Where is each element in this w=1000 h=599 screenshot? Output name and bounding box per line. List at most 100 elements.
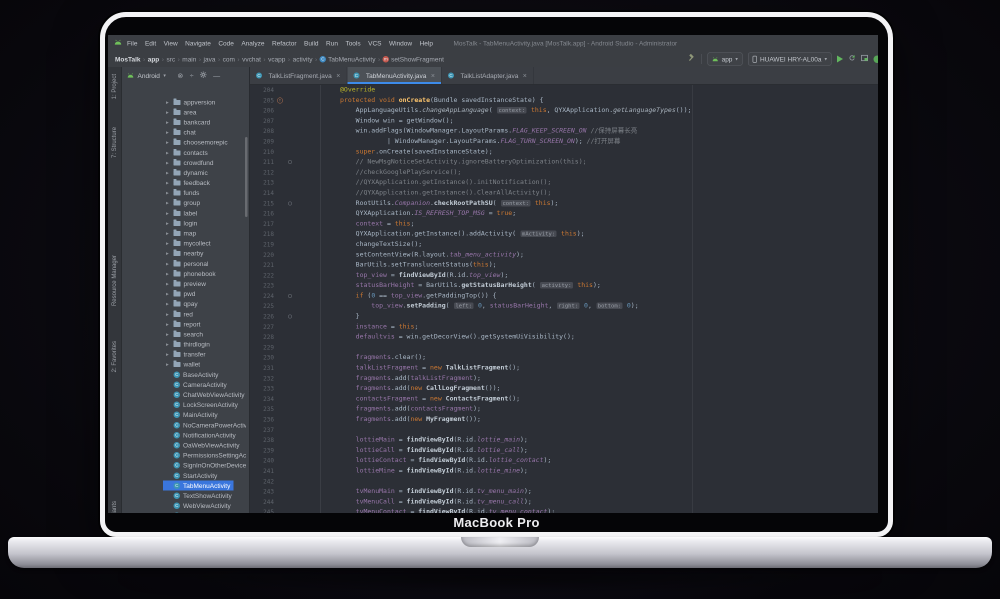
tree-folder-transfer[interactable]: ▸transfer <box>122 349 249 359</box>
tree-folder-choosemorepic[interactable]: ▸choosemorepic <box>122 137 249 147</box>
menu-item-vcs[interactable]: VCS <box>368 39 381 47</box>
tab-talklistfragment-java[interactable]: CTalkListFragment.java× <box>250 67 347 84</box>
breadcrumb-item-app[interactable]: app <box>148 55 160 63</box>
tree-folder-login[interactable]: ▸login <box>122 218 249 228</box>
tree-class-SignInOnOtherDeviceActivity[interactable]: CSignInOnOtherDeviceActivity <box>122 460 249 470</box>
chevron-right-icon[interactable]: ▸ <box>166 351 174 358</box>
chevron-right-icon[interactable]: ▸ <box>166 149 174 156</box>
chevron-right-icon[interactable]: ▸ <box>166 311 174 318</box>
tree-class-TextShowActivity[interactable]: CTextShowActivity <box>122 491 249 501</box>
chevron-right-icon[interactable]: ▸ <box>166 180 174 187</box>
close-icon[interactable]: × <box>523 72 527 80</box>
chevron-right-icon[interactable]: ▸ <box>166 220 174 227</box>
tab-tabmenuactivity-java[interactable]: CTabMenuActivity.java× <box>347 67 442 84</box>
tree-folder-pwd[interactable]: ▸pwd <box>122 289 249 299</box>
tree-class-TabMenuActivity[interactable]: CTabMenuActivity <box>122 481 249 491</box>
menu-item-tools[interactable]: Tools <box>345 39 360 47</box>
tree-folder-area[interactable]: ▸area <box>122 107 249 117</box>
menu-item-edit[interactable]: Edit <box>145 39 156 47</box>
tree-folder-dynamic[interactable]: ▸dynamic <box>122 168 249 178</box>
chevron-right-icon[interactable]: ▸ <box>166 291 174 298</box>
tree-folder-nearby[interactable]: ▸nearby <box>122 248 249 258</box>
chevron-right-icon[interactable]: ▸ <box>166 139 174 146</box>
build-hammer-icon[interactable] <box>688 54 696 64</box>
chevron-right-icon[interactable]: ▸ <box>166 361 174 368</box>
chevron-right-icon[interactable]: ▸ <box>166 119 174 126</box>
project-view-mode[interactable]: Android <box>138 72 160 80</box>
breadcrumb-item-setshowfragment[interactable]: msetShowFragment <box>383 55 444 63</box>
fold-marker-icon[interactable] <box>288 201 292 205</box>
attach-debugger-icon[interactable] <box>849 54 856 64</box>
tree-folder-bankcard[interactable]: ▸bankcard <box>122 117 249 127</box>
tree-folder-report[interactable]: ▸report <box>122 319 249 329</box>
menu-item-file[interactable]: File <box>127 39 137 47</box>
tree-class-OaWebViewActivity[interactable]: COaWebViewActivity <box>122 440 249 450</box>
menu-item-code[interactable]: Code <box>218 39 234 47</box>
tree-class-CameraActivity[interactable]: CCameraActivity <box>122 380 249 390</box>
tree-class-StartActivity[interactable]: CStartActivity <box>122 470 249 480</box>
gear-icon[interactable] <box>200 72 207 80</box>
device-select[interactable]: HUAWEI HRY-AL00a ▾ <box>748 53 832 66</box>
tree-class-NoCameraPowerActivity[interactable]: CNoCameraPowerActivity <box>122 420 249 430</box>
chevron-right-icon[interactable]: ▸ <box>166 159 174 166</box>
fold-marker-icon[interactable] <box>288 294 292 298</box>
menu-item-navigate[interactable]: Navigate <box>185 39 211 47</box>
tree-folder-thirdlogin[interactable]: ▸thirdlogin <box>122 339 249 349</box>
tool-strip-favorites[interactable]: 2: Favorites <box>111 341 118 372</box>
tree-folder-funds[interactable]: ▸funds <box>122 188 249 198</box>
locate-file-icon[interactable]: ÷ <box>190 72 194 80</box>
tree-folder-label[interactable]: ▸label <box>122 208 249 218</box>
tree-folder-crowdfund[interactable]: ▸crowdfund <box>122 158 249 168</box>
tree-class-MainActivity[interactable]: CMainActivity <box>122 410 249 420</box>
chevron-right-icon[interactable]: ▸ <box>166 260 174 267</box>
chevron-right-icon[interactable]: ▸ <box>166 230 174 237</box>
breadcrumb-item-activity[interactable]: activity <box>293 55 313 63</box>
chevron-right-icon[interactable]: ▸ <box>166 270 174 277</box>
chevron-right-icon[interactable]: ▸ <box>166 200 174 207</box>
tree-class-ChatWebViewActivity[interactable]: CChatWebViewActivity <box>122 390 249 400</box>
tool-strip-resourcemanager[interactable]: Resource Manager <box>111 255 118 306</box>
project-scrollbar[interactable] <box>245 137 248 217</box>
fold-marker-icon[interactable] <box>288 315 292 319</box>
breadcrumb-item-java[interactable]: java <box>204 55 216 63</box>
collapse-all-icon[interactable]: ⊗ <box>177 71 183 80</box>
close-icon[interactable]: × <box>336 72 340 80</box>
tree-class-WebViewActivity[interactable]: CWebViewActivity <box>122 501 249 511</box>
tool-strip-buildvariants[interactable]: Build Variants <box>111 501 118 513</box>
tree-class-NotificationActivity[interactable]: CNotificationActivity <box>122 430 249 440</box>
tree-folder-group[interactable]: ▸group <box>122 198 249 208</box>
tree-folder-mycollect[interactable]: ▸mycollect <box>122 238 249 248</box>
fold-marker-icon[interactable] <box>288 160 292 164</box>
chevron-right-icon[interactable]: ▸ <box>166 250 174 257</box>
tree-folder-chat[interactable]: ▸chat <box>122 127 249 137</box>
run-play-icon[interactable] <box>837 56 843 63</box>
code-area[interactable]: 204@Override205↑protected void onCreate(… <box>250 85 878 513</box>
tree-class-BaseActivity[interactable]: CBaseActivity <box>122 370 249 380</box>
breadcrumb-item-src[interactable]: src <box>166 55 175 63</box>
chevron-right-icon[interactable]: ▸ <box>166 169 174 176</box>
breadcrumb-item-main[interactable]: main <box>182 55 196 63</box>
tool-strip-structure[interactable]: 7: Structure <box>111 127 118 158</box>
menu-item-window[interactable]: Window <box>389 39 412 47</box>
tree-folder-appversion[interactable]: ▸appversion <box>122 97 249 107</box>
chevron-right-icon[interactable]: ▸ <box>166 321 174 328</box>
chevron-right-icon[interactable]: ▸ <box>166 240 174 247</box>
tree-folder-red[interactable]: ▸red <box>122 309 249 319</box>
tree-folder-contacts[interactable]: ▸contacts <box>122 147 249 157</box>
menu-item-view[interactable]: View <box>164 39 178 47</box>
breadcrumb-item-com[interactable]: com <box>223 55 235 63</box>
breadcrumb-item-vcapp[interactable]: vcapp <box>268 55 285 63</box>
chevron-right-icon[interactable]: ▸ <box>166 341 174 348</box>
tree-folder-search[interactable]: ▸search <box>122 329 249 339</box>
tree-class-WelcomeActivity[interactable]: CWelcomeActivity <box>122 511 249 513</box>
tree-folder-map[interactable]: ▸map <box>122 228 249 238</box>
run-configuration-select[interactable]: app ▾ <box>708 53 743 66</box>
breadcrumb-item-vvchat[interactable]: vvchat <box>242 55 261 63</box>
menu-item-build[interactable]: Build <box>304 39 318 47</box>
menu-item-help[interactable]: Help <box>420 39 433 47</box>
tree-folder-preview[interactable]: ▸preview <box>122 279 249 289</box>
chevron-right-icon[interactable]: ▸ <box>166 331 174 338</box>
menu-item-analyze[interactable]: Analyze <box>241 39 264 47</box>
tree-folder-wallet[interactable]: ▸wallet <box>122 359 249 369</box>
hide-panel-icon[interactable]: — <box>213 72 220 80</box>
